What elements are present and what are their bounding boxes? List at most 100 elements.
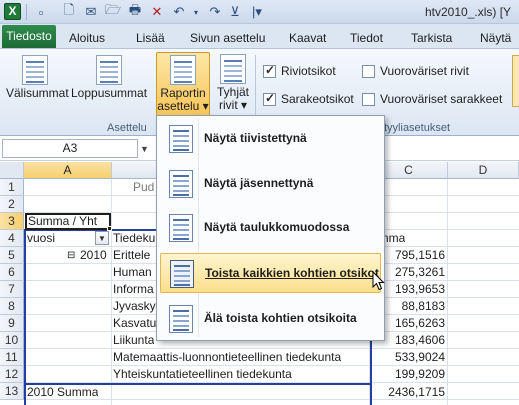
tabular-form-icon [169, 214, 193, 242]
email-icon[interactable]: ✉ [82, 2, 100, 22]
row-headers-check-icon[interactable] [263, 63, 276, 78]
fill-handle[interactable] [107, 226, 112, 231]
column-headers-label: Sarakeotsikot [281, 92, 354, 106]
tab-home[interactable]: Aloitus [69, 28, 105, 48]
row-header[interactable]: 4 [0, 230, 24, 247]
column-headers-check-icon[interactable] [263, 91, 276, 106]
undo-icon[interactable]: ↶ [170, 2, 188, 22]
row-header[interactable]: 13 [0, 383, 24, 400]
banded-rows-label: Vuoroväriset rivit [380, 64, 469, 78]
faculty-cell[interactable]: Informa [113, 281, 154, 298]
save-icon[interactable]: ▫ [32, 2, 50, 22]
row-header[interactable]: 5 [0, 247, 24, 264]
tab-page-layout[interactable]: Sivun asettelu [190, 28, 265, 48]
menu-item-label: Näytä tiivistettynä [204, 131, 307, 145]
menu-item-tabular-form[interactable]: Näytä taulukkomuodossa [160, 208, 381, 248]
faculty-cell[interactable]: Human [113, 264, 152, 281]
group-layout-label: Asettelu [107, 122, 147, 134]
undo-dropdown-icon[interactable]: ▾ [190, 2, 202, 22]
value-cell[interactable]: 199,9209 [370, 366, 448, 383]
menu-item-compact-form[interactable]: Näytä tiivistettynä [160, 119, 381, 159]
select-all-corner[interactable] [0, 162, 24, 179]
column-header-d[interactable]: D [448, 162, 519, 179]
tab-insert[interactable]: Lisää [136, 28, 165, 48]
menu-item-do-not-repeat-item-labels[interactable]: Älä toista kohtien otsikoita [160, 299, 381, 339]
faculty-cell[interactable]: Matemaattis-luonnontieteellinen tiedekun… [113, 349, 341, 366]
value-cell[interactable]: 533,9024 [370, 349, 448, 366]
report-layout-icon [170, 55, 196, 85]
tab-formulas[interactable]: Kaavat [289, 28, 326, 48]
tab-file[interactable]: Tiedosto [2, 25, 56, 48]
menu-item-outline-form[interactable]: Näytä jäsennettynä [160, 164, 381, 204]
window-title: htv2010_.xls) [Y [425, 5, 512, 19]
row-header[interactable]: 8 [0, 298, 24, 315]
mouse-pointer-icon [372, 271, 385, 291]
name-box[interactable]: A3 [2, 139, 138, 158]
report-layout-menu: Näytä tiivistettynä Näytä jäsennettynä N… [156, 115, 385, 341]
row-header[interactable]: 7 [0, 281, 24, 298]
menu-item-label: Näytä taulukkomuodossa [204, 220, 350, 234]
faculty-cell[interactable]: Erittele [113, 247, 150, 264]
subtotals-button[interactable]: Välisummat [6, 51, 69, 119]
faculty-cell[interactable]: Yhteiskuntatieteellinen tiedekunta [113, 366, 292, 383]
excel-logo-icon[interactable]: X [4, 3, 21, 20]
menu-item-label: Älä toista kohtien otsikoita [204, 311, 357, 325]
report-layout-label-2: asettelu ▾ [157, 99, 209, 113]
print-preview-icon[interactable]: 🗋 [60, 2, 78, 22]
repeat-labels-icon [170, 260, 194, 288]
compact-form-icon [169, 125, 193, 153]
menu-item-repeat-all-item-labels[interactable]: Toista kaikkien kohtien otsikot [160, 253, 381, 293]
pivot-title-cell[interactable]: Pud [133, 179, 154, 196]
banded-rows-checkbox[interactable]: Vuoroväriset rivit [362, 63, 469, 79]
faculty-cell[interactable]: Liikunta [113, 332, 154, 349]
row-headers-checkbox[interactable]: Riviotsikot [263, 63, 336, 79]
banded-rows-check-icon[interactable] [362, 64, 375, 78]
row-header[interactable]: 2 [0, 196, 24, 213]
column-headers-checkbox[interactable]: Sarakeotsikot [263, 91, 354, 107]
subtotals-icon [22, 55, 48, 85]
faculty-cell[interactable]: Jyvasky [113, 298, 156, 315]
redo-icon[interactable]: ↷ [206, 2, 224, 22]
tab-view[interactable]: Näytä [480, 28, 511, 48]
year-cell[interactable]: 2010 [80, 247, 107, 264]
customize-qat-icon[interactable]: |▾ [246, 2, 268, 22]
tab-data[interactable]: Tiedot [350, 28, 383, 48]
row-field-header-cell[interactable]: vuosi [27, 230, 55, 247]
collapse-icon[interactable]: ⊟ [67, 247, 75, 264]
year-total-cell[interactable]: 2010 Summa [27, 384, 98, 401]
qat-separator [26, 4, 27, 20]
row-field-filter-dropdown-icon[interactable]: ▼ [95, 231, 109, 245]
grand-totals-label: Loppusummat [71, 86, 148, 100]
name-box-dropdown-icon[interactable]: ▼ [140, 144, 149, 154]
open-icon[interactable]: 🗁 [104, 2, 122, 22]
row-header[interactable]: 1 [0, 179, 24, 196]
row-header[interactable]: 10 [0, 332, 24, 349]
report-layout-button[interactable]: Raportin asettelu ▾ [156, 52, 210, 118]
row-header[interactable]: 11 [0, 349, 24, 366]
tab-review[interactable]: Tarkista [411, 28, 452, 48]
menu-item-label: Toista kaikkien kohtien otsikot [205, 266, 379, 280]
filter-icon[interactable]: ⊻ [226, 2, 244, 22]
pivot-style-gallery-icon[interactable] [512, 55, 519, 107]
row-header[interactable]: 6 [0, 264, 24, 281]
row-header[interactable]: 12 [0, 366, 24, 383]
banded-columns-label: Vuoroväriset sarakkeet [380, 92, 503, 106]
row-header[interactable]: 3 [0, 213, 24, 230]
blank-rows-button[interactable]: Tyhjät rivit ▾ [213, 51, 253, 119]
outline-form-icon [169, 170, 193, 198]
blank-rows-icon [220, 54, 246, 84]
delete-icon[interactable]: ✕ [148, 2, 166, 22]
total-value-cell[interactable]: 2436,1715 [370, 384, 448, 401]
column-header-a[interactable]: A [24, 162, 112, 179]
subtotals-label: Välisummat [6, 86, 69, 100]
faculty-cell[interactable]: Kasvatu [113, 315, 156, 332]
column-field-header-cell[interactable]: Tiedeku [113, 230, 155, 247]
quick-print-icon[interactable]: 🖶 [126, 2, 144, 22]
banded-columns-checkbox[interactable]: Vuoroväriset sarakkeet [362, 91, 502, 107]
row-header[interactable]: 9 [0, 315, 24, 332]
menu-item-label: Näytä jäsennettynä [204, 176, 314, 190]
title-bar: X ▫ 🗋 ✉ 🗁 🖶 ✕ ↶ ▾ ↷ ⊻ |▾ htv2010_.xls) [… [0, 0, 519, 24]
banded-columns-check-icon[interactable] [362, 92, 375, 106]
grand-totals-button[interactable]: Loppusummat [71, 51, 147, 119]
active-cell-selection [25, 213, 111, 230]
